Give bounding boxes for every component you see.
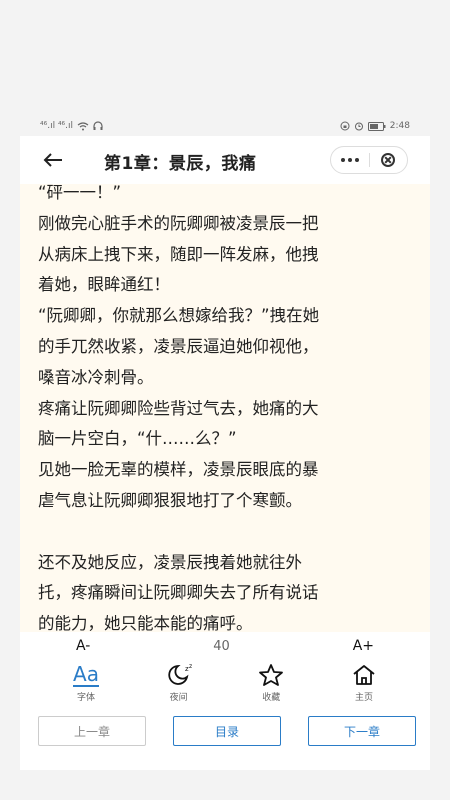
reader-controls: A- 40 A+ Aa 字体 z z 夜间 收藏 主页 上一章 目录 下一章 bbox=[20, 632, 430, 770]
chapter-title: 第1章：景辰，我痛 bbox=[104, 154, 257, 174]
prev-chapter-button[interactable]: 上一章 bbox=[38, 716, 146, 746]
favorite-item[interactable]: 收藏 bbox=[231, 660, 311, 710]
text-line: 的手兀然收紧，凌景辰逼迫她仰视他， bbox=[38, 336, 319, 356]
font-setting-label: 字体 bbox=[76, 693, 95, 703]
text-line: 虐气息让阮卿卿狠狠地打了个寒颤。 bbox=[38, 490, 302, 510]
home-item[interactable]: 主页 bbox=[324, 660, 404, 710]
catalog-button[interactable]: 目录 bbox=[173, 716, 281, 746]
night-mode-item[interactable]: z z 夜间 bbox=[139, 660, 219, 710]
status-left: ⁴⁶.ıl ⁴⁶.ıl bbox=[40, 121, 103, 131]
chapter-nav-row: 上一章 目录 下一章 bbox=[20, 716, 430, 746]
wifi-icon bbox=[77, 122, 89, 131]
more-options-icon[interactable] bbox=[331, 147, 369, 173]
night-moon-icon: z z bbox=[167, 663, 192, 685]
night-mode-label: 夜间 bbox=[169, 693, 188, 703]
clock: 2:48 bbox=[389, 121, 410, 131]
headphone-icon bbox=[93, 121, 103, 130]
text-line: 托，疼痛瞬间让阮卿卿失去了所有说话 bbox=[38, 583, 319, 603]
text-line: 疼痛让阮卿卿险些背过气去，她痛的大 bbox=[38, 398, 319, 418]
text-line: 从病床上拽下来，随即一阵发麻，他拽 bbox=[38, 244, 319, 264]
text-line: 脑一片空白，“什……么？” bbox=[38, 429, 237, 449]
favorite-label: 收藏 bbox=[262, 693, 281, 703]
font-setting-item[interactable]: Aa 字体 bbox=[46, 660, 126, 710]
text-line: 的能力，她只能本能的痛呼。 bbox=[38, 614, 253, 632]
next-chapter-button[interactable]: 下一章 bbox=[308, 716, 416, 746]
miniprogram-capsule bbox=[330, 146, 408, 174]
app-frame: ⁴⁶.ıl ⁴⁶.ıl 2:48 第1章：景辰，我痛 “砰一一！” 刚做完心脏手… bbox=[20, 116, 430, 770]
text-line: 嗓音冰冷刺骨。 bbox=[38, 367, 154, 387]
font-increase-button[interactable]: A+ bbox=[353, 638, 374, 654]
status-right: 2:48 bbox=[340, 121, 410, 131]
text-line: “阮卿卿，你就那么想嫁给我？”拽在她 bbox=[38, 306, 320, 326]
signal-indicators: ⁴⁶.ıl ⁴⁶.ıl bbox=[40, 121, 74, 131]
text-line: 见她一脸无辜的模样，凌景辰眼底的暴 bbox=[38, 460, 319, 480]
font-aa-icon: Aa bbox=[73, 662, 99, 687]
alarm-icon bbox=[354, 122, 363, 131]
feature-icon-row: Aa 字体 z z 夜间 收藏 主页 bbox=[20, 660, 430, 710]
text-line: 刚做完心脏手术的阮卿卿被凌景辰一把 bbox=[38, 213, 319, 233]
close-miniprogram-icon[interactable] bbox=[369, 147, 407, 173]
font-decrease-button[interactable]: A- bbox=[76, 638, 90, 654]
font-size-row: A- 40 A+ bbox=[20, 632, 430, 660]
back-arrow-icon[interactable] bbox=[38, 145, 68, 175]
svg-text:z: z bbox=[189, 663, 192, 670]
font-size-value: 40 bbox=[213, 638, 230, 654]
app-bar: 第1章：景辰，我痛 bbox=[20, 136, 430, 184]
text-line: 着她，眼眸通红！ bbox=[38, 275, 170, 295]
reading-content[interactable]: “砰一一！” 刚做完心脏手术的阮卿卿被凌景辰一把 从病床上拽下来，随即一阵发麻，… bbox=[20, 184, 430, 632]
home-label: 主页 bbox=[354, 693, 373, 703]
star-icon bbox=[259, 664, 284, 686]
text-line: “砰一一！” bbox=[38, 184, 122, 202]
battery-icon bbox=[367, 121, 386, 131]
rotation-lock-icon bbox=[340, 121, 350, 131]
status-bar: ⁴⁶.ıl ⁴⁶.ıl 2:48 bbox=[20, 116, 430, 136]
home-icon bbox=[353, 665, 375, 685]
text-line: 还不及她反应，凌景辰拽着她就往外 bbox=[38, 552, 302, 572]
